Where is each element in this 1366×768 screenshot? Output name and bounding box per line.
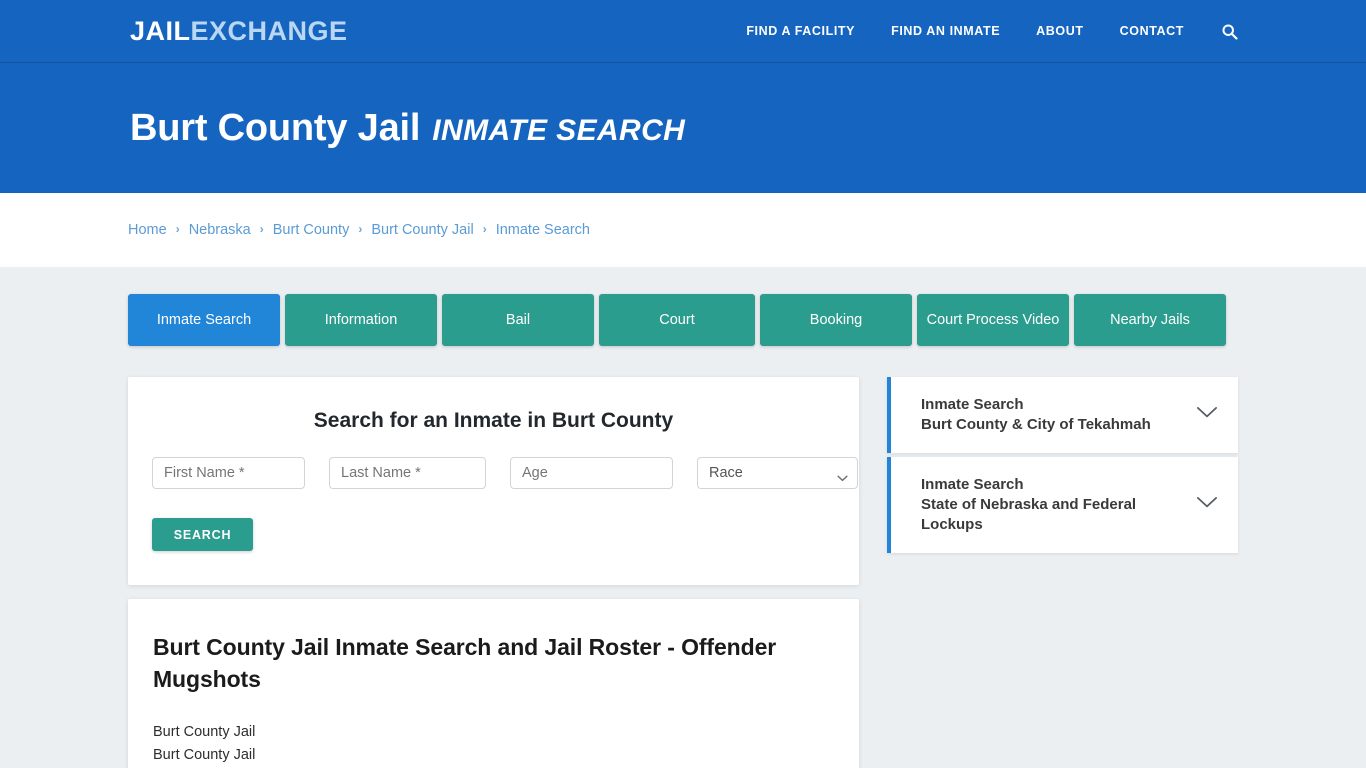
page-title-subtitle: INMATE SEARCH bbox=[432, 113, 686, 147]
article-body: Burt County Jail Burt County Jail bbox=[153, 721, 834, 766]
nav-link-contact[interactable]: CONTACT bbox=[1120, 24, 1184, 38]
race-select-wrapper: Race bbox=[697, 457, 858, 489]
article-card: Burt County Jail Inmate Search and Jail … bbox=[128, 599, 859, 768]
page-hero: Burt County Jail INMATE SEARCH bbox=[0, 63, 1366, 193]
accordion-label: Inmate Search State of Nebraska and Fede… bbox=[921, 475, 1184, 535]
tab-court-process-video[interactable]: Court Process Video bbox=[917, 294, 1069, 346]
primary-nav-links: FIND A FACILITY FIND AN INMATE ABOUT CON… bbox=[746, 22, 1238, 40]
accordion-title: Inmate Search bbox=[921, 475, 1024, 493]
top-navigation-bar: JAILEXCHANGE FIND A FACILITY FIND AN INM… bbox=[0, 0, 1366, 63]
accordion-subtitle: Burt County & City of Tekahmah bbox=[921, 415, 1151, 433]
search-icon[interactable] bbox=[1220, 22, 1238, 40]
breadcrumb-item-burt-county-jail[interactable]: Burt County Jail bbox=[371, 222, 473, 238]
breadcrumb-item-inmate-search: Inmate Search bbox=[495, 222, 590, 238]
age-input[interactable] bbox=[510, 457, 673, 489]
article-line-2: Burt County Jail bbox=[153, 746, 256, 763]
tab-information[interactable]: Information bbox=[285, 294, 437, 346]
chevron-down-icon[interactable] bbox=[1196, 496, 1218, 514]
race-select[interactable]: Race bbox=[697, 457, 858, 489]
breadcrumb-item-home[interactable]: Home bbox=[128, 222, 167, 238]
tab-booking[interactable]: Booking bbox=[760, 294, 912, 346]
inmate-search-card: Search for an Inmate in Burt County Race bbox=[128, 377, 859, 585]
page-content: Inmate Search Information Bail Court Boo… bbox=[0, 267, 1366, 768]
breadcrumb-separator-icon: › bbox=[259, 222, 264, 236]
breadcrumb-item-nebraska[interactable]: Nebraska bbox=[189, 222, 251, 238]
logo-text-primary: JAIL bbox=[130, 15, 191, 46]
breadcrumb-separator-icon: › bbox=[175, 222, 180, 236]
tab-bail[interactable]: Bail bbox=[442, 294, 594, 346]
breadcrumb: Home › Nebraska › Burt County › Burt Cou… bbox=[128, 222, 590, 238]
tab-inmate-search[interactable]: Inmate Search bbox=[128, 294, 280, 346]
breadcrumb-bar: Home › Nebraska › Burt County › Burt Cou… bbox=[0, 193, 1366, 267]
breadcrumb-separator-icon: › bbox=[358, 222, 363, 236]
tab-court[interactable]: Court bbox=[599, 294, 755, 346]
article-line-1: Burt County Jail bbox=[153, 724, 256, 741]
last-name-input[interactable] bbox=[329, 457, 486, 489]
article-heading: Burt County Jail Inmate Search and Jail … bbox=[153, 634, 777, 692]
first-name-input[interactable] bbox=[152, 457, 305, 489]
accordion-label: Inmate Search Burt County & City of Teka… bbox=[921, 395, 1184, 435]
sidebar-column: Inmate Search Burt County & City of Teka… bbox=[887, 377, 1238, 553]
search-button[interactable]: SEARCH bbox=[152, 518, 253, 551]
accordion-item-county-inmate-search[interactable]: Inmate Search Burt County & City of Teka… bbox=[887, 377, 1238, 453]
search-form-fields: Race bbox=[152, 457, 858, 489]
site-logo[interactable]: JAILEXCHANGE bbox=[130, 15, 348, 46]
logo-text-secondary: EXCHANGE bbox=[190, 15, 348, 46]
nav-link-about[interactable]: ABOUT bbox=[1036, 24, 1083, 38]
page-title: Burt County Jail bbox=[130, 106, 421, 149]
main-column: Search for an Inmate in Burt County Race bbox=[128, 377, 859, 768]
chevron-down-icon[interactable] bbox=[1196, 406, 1218, 424]
breadcrumb-separator-icon: › bbox=[482, 222, 487, 236]
nav-link-find-an-inmate[interactable]: FIND AN INMATE bbox=[891, 24, 1000, 38]
accordion-item-state-federal-inmate-search[interactable]: Inmate Search State of Nebraska and Fede… bbox=[887, 456, 1238, 553]
accordion-subtitle: State of Nebraska and Federal Lockups bbox=[921, 495, 1137, 533]
search-form-heading: Search for an Inmate in Burt County bbox=[313, 409, 674, 432]
nav-link-find-a-facility[interactable]: FIND A FACILITY bbox=[746, 24, 855, 38]
accordion-title: Inmate Search bbox=[921, 396, 1024, 413]
breadcrumb-item-burt-county[interactable]: Burt County bbox=[273, 222, 350, 238]
tab-nearby-jails[interactable]: Nearby Jails bbox=[1074, 294, 1226, 346]
section-tabs: Inmate Search Information Bail Court Boo… bbox=[128, 294, 1238, 346]
